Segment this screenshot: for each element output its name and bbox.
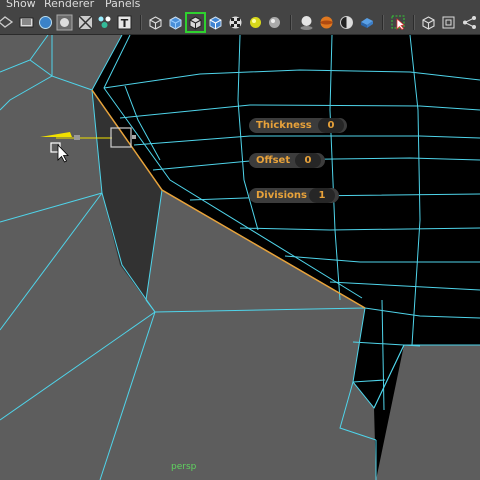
menu-bar: Show Renderer Panels [0, 0, 480, 11]
manipulator-handle [74, 135, 80, 140]
camera-name-label: persp [171, 462, 197, 472]
scene-canvas[interactable] [0, 35, 480, 480]
select-camera-icon[interactable] [0, 14, 14, 31]
film-gate-icon[interactable] [96, 14, 113, 31]
thickness-label: Thickness [256, 120, 312, 131]
panel-toolbar: T [0, 11, 480, 35]
camera-attributes-icon[interactable] [18, 14, 35, 31]
manipulator-end-handle [132, 135, 136, 139]
resolution-gate-icon[interactable]: T [116, 14, 133, 31]
shadows-icon[interactable] [298, 14, 315, 31]
depth-of-field-icon[interactable] [358, 14, 375, 31]
toolbar-separator [382, 15, 384, 30]
texture-icon[interactable] [227, 14, 244, 31]
component-mode-icon[interactable] [461, 14, 478, 31]
perspective-viewport[interactable]: Thickness 0 Offset 0 Divisions 1 [0, 35, 480, 480]
isolate-select-icon[interactable] [390, 14, 407, 31]
toolbar-separator [140, 15, 142, 30]
toolbar-separator [413, 15, 415, 30]
ambient-occlusion-icon[interactable] [318, 14, 335, 31]
xray-active-icon[interactable] [440, 14, 457, 31]
all-lights-icon[interactable] [266, 14, 283, 31]
divisions-value[interactable]: 1 [309, 188, 335, 203]
offset-value[interactable]: 0 [295, 153, 321, 168]
divisions-field[interactable]: Divisions 1 [249, 188, 339, 203]
xray-joints-icon[interactable] [420, 14, 437, 31]
bookmark-icon[interactable] [37, 14, 54, 31]
menu-show[interactable]: Show [6, 0, 36, 11]
menu-renderer[interactable]: Renderer [44, 0, 94, 11]
offset-field[interactable]: Offset 0 [249, 153, 325, 168]
image-plane-icon[interactable] [56, 14, 73, 31]
wireframe-icon[interactable] [147, 14, 164, 31]
grid-icon[interactable] [77, 14, 94, 31]
antialias-icon[interactable] [338, 14, 355, 31]
wireframe-on-shaded-icon[interactable] [185, 12, 206, 33]
menu-panels[interactable]: Panels [105, 0, 140, 11]
thickness-value[interactable]: 0 [318, 118, 344, 133]
toolbar-separator [290, 15, 292, 30]
thickness-field[interactable]: Thickness 0 [249, 118, 347, 133]
svg-text:T: T [121, 17, 129, 30]
offset-label: Offset [256, 155, 291, 166]
xray-icon[interactable] [207, 14, 224, 31]
default-lighting-icon[interactable] [247, 14, 264, 31]
divisions-label: Divisions [256, 190, 307, 201]
smooth-shade-icon[interactable] [167, 14, 184, 31]
